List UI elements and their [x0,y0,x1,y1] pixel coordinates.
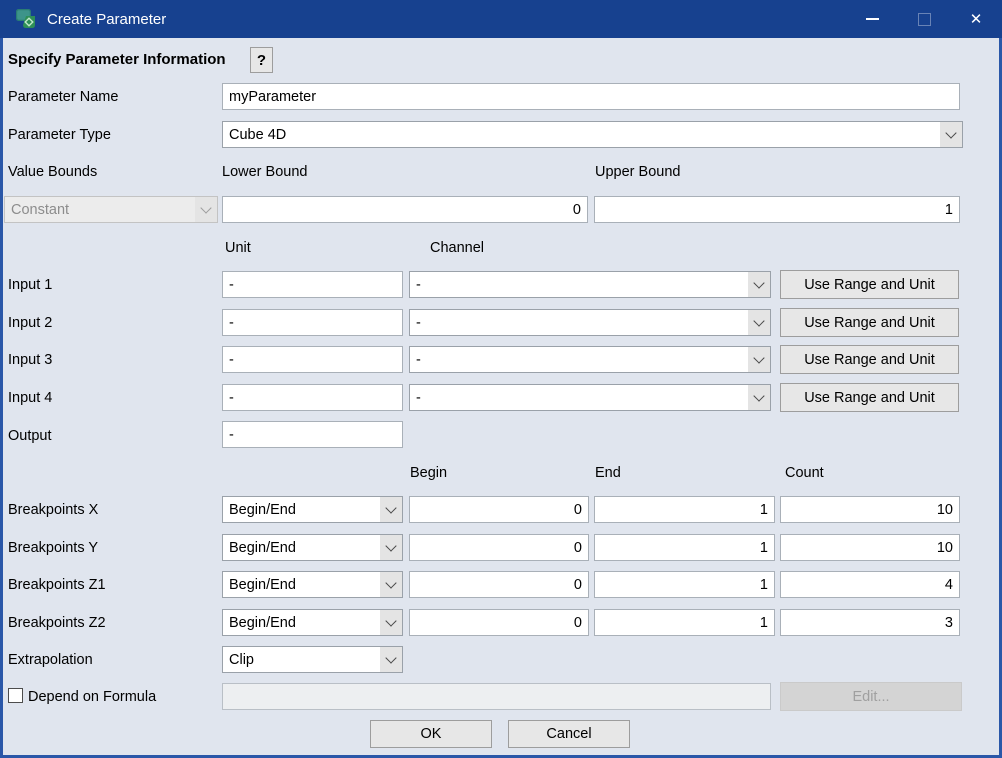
app-icon [15,8,37,30]
output-label: Output [8,428,52,444]
breakpoints-y-end-input[interactable] [594,534,775,561]
value-bounds-mode-select: Constant [4,196,218,223]
formula-input [222,683,771,710]
breakpoints-z1-mode-value: Begin/End [223,572,380,597]
breakpoints-z1-count-input[interactable] [780,571,960,598]
breakpoints-z2-mode-value: Begin/End [223,610,380,635]
extrapolation-value: Clip [223,647,380,672]
chevron-down-icon [748,385,770,410]
begin-column-header: Begin [410,465,447,481]
lower-bound-input[interactable] [222,196,588,223]
help-button[interactable]: ? [250,47,273,73]
breakpoints-x-begin-input[interactable] [409,496,589,523]
breakpoints-z1-mode-select[interactable]: Begin/End [222,571,403,598]
output-unit-input[interactable] [222,421,403,448]
input4-channel-select[interactable]: - [409,384,771,411]
parameter-name-label: Parameter Name [8,89,118,105]
window-controls: ✕ [846,0,1002,38]
breakpoints-x-mode-value: Begin/End [223,497,380,522]
chevron-down-icon [195,197,217,222]
chevron-down-icon [380,610,402,635]
parameter-name-input[interactable] [222,83,960,110]
input1-channel-select[interactable]: - [409,271,771,298]
input4-label: Input 4 [8,390,52,406]
breakpoints-x-label: Breakpoints X [8,502,98,518]
window-title: Create Parameter [47,11,166,28]
input2-channel-select[interactable]: - [409,309,771,336]
upper-bound-label: Upper Bound [595,164,680,180]
breakpoints-x-mode-select[interactable]: Begin/End [222,496,403,523]
depend-on-formula-checkbox[interactable] [8,688,23,703]
maximize-button [898,0,950,38]
minimize-button[interactable] [846,0,898,38]
input1-unit-input[interactable] [222,271,403,298]
parameter-type-value: Cube 4D [223,122,940,147]
unit-column-header: Unit [225,240,251,256]
end-column-header: End [595,465,621,481]
breakpoints-y-mode-value: Begin/End [223,535,380,560]
close-icon: ✕ [970,12,983,27]
breakpoints-z2-begin-input[interactable] [409,609,589,636]
input1-label: Input 1 [8,277,52,293]
input2-channel-value: - [410,310,748,335]
chevron-down-icon [748,310,770,335]
breakpoints-x-end-input[interactable] [594,496,775,523]
input1-use-range-button[interactable]: Use Range and Unit [780,270,959,299]
input3-use-range-button[interactable]: Use Range and Unit [780,345,959,374]
value-bounds-mode-value: Constant [5,197,195,222]
input2-unit-input[interactable] [222,309,403,336]
input2-label: Input 2 [8,315,52,331]
close-button[interactable]: ✕ [950,0,1002,38]
edit-formula-button: Edit... [780,682,962,711]
minimize-icon [866,18,879,20]
parameter-type-label: Parameter Type [8,127,111,143]
upper-bound-input[interactable] [594,196,960,223]
input4-channel-value: - [410,385,748,410]
chevron-down-icon [380,647,402,672]
frame-edge-left [0,38,3,758]
breakpoints-z1-label: Breakpoints Z1 [8,577,106,593]
chevron-down-icon [748,347,770,372]
input2-use-range-button[interactable]: Use Range and Unit [780,308,959,337]
chevron-down-icon [380,572,402,597]
cancel-button[interactable]: Cancel [508,720,630,748]
page-title: Specify Parameter Information [8,51,226,68]
breakpoints-x-count-input[interactable] [780,496,960,523]
breakpoints-z1-end-input[interactable] [594,571,775,598]
depend-on-formula-label: Depend on Formula [28,689,156,705]
breakpoints-y-begin-input[interactable] [409,534,589,561]
breakpoints-z2-count-input[interactable] [780,609,960,636]
channel-column-header: Channel [430,240,484,256]
maximize-icon [918,13,931,26]
lower-bound-label: Lower Bound [222,164,307,180]
breakpoints-y-label: Breakpoints Y [8,540,98,556]
breakpoints-z2-mode-select[interactable]: Begin/End [222,609,403,636]
chevron-down-icon [748,272,770,297]
chevron-down-icon [380,497,402,522]
breakpoints-y-count-input[interactable] [780,534,960,561]
input4-unit-input[interactable] [222,384,403,411]
breakpoints-z1-begin-input[interactable] [409,571,589,598]
breakpoints-z2-end-input[interactable] [594,609,775,636]
input4-use-range-button[interactable]: Use Range and Unit [780,383,959,412]
value-bounds-label: Value Bounds [8,164,97,180]
input3-unit-input[interactable] [222,346,403,373]
extrapolation-select[interactable]: Clip [222,646,403,673]
ok-button[interactable]: OK [370,720,492,748]
input3-label: Input 3 [8,352,52,368]
input3-channel-value: - [410,347,748,372]
parameter-type-select[interactable]: Cube 4D [222,121,963,148]
chevron-down-icon [940,122,962,147]
count-column-header: Count [785,465,824,481]
input3-channel-select[interactable]: - [409,346,771,373]
titlebar: Create Parameter ✕ [0,0,1002,38]
breakpoints-y-mode-select[interactable]: Begin/End [222,534,403,561]
create-parameter-dialog: Create Parameter ✕ Specify Parameter Inf… [0,0,1002,758]
extrapolation-label: Extrapolation [8,652,93,668]
breakpoints-z2-label: Breakpoints Z2 [8,615,106,631]
input1-channel-value: - [410,272,748,297]
chevron-down-icon [380,535,402,560]
